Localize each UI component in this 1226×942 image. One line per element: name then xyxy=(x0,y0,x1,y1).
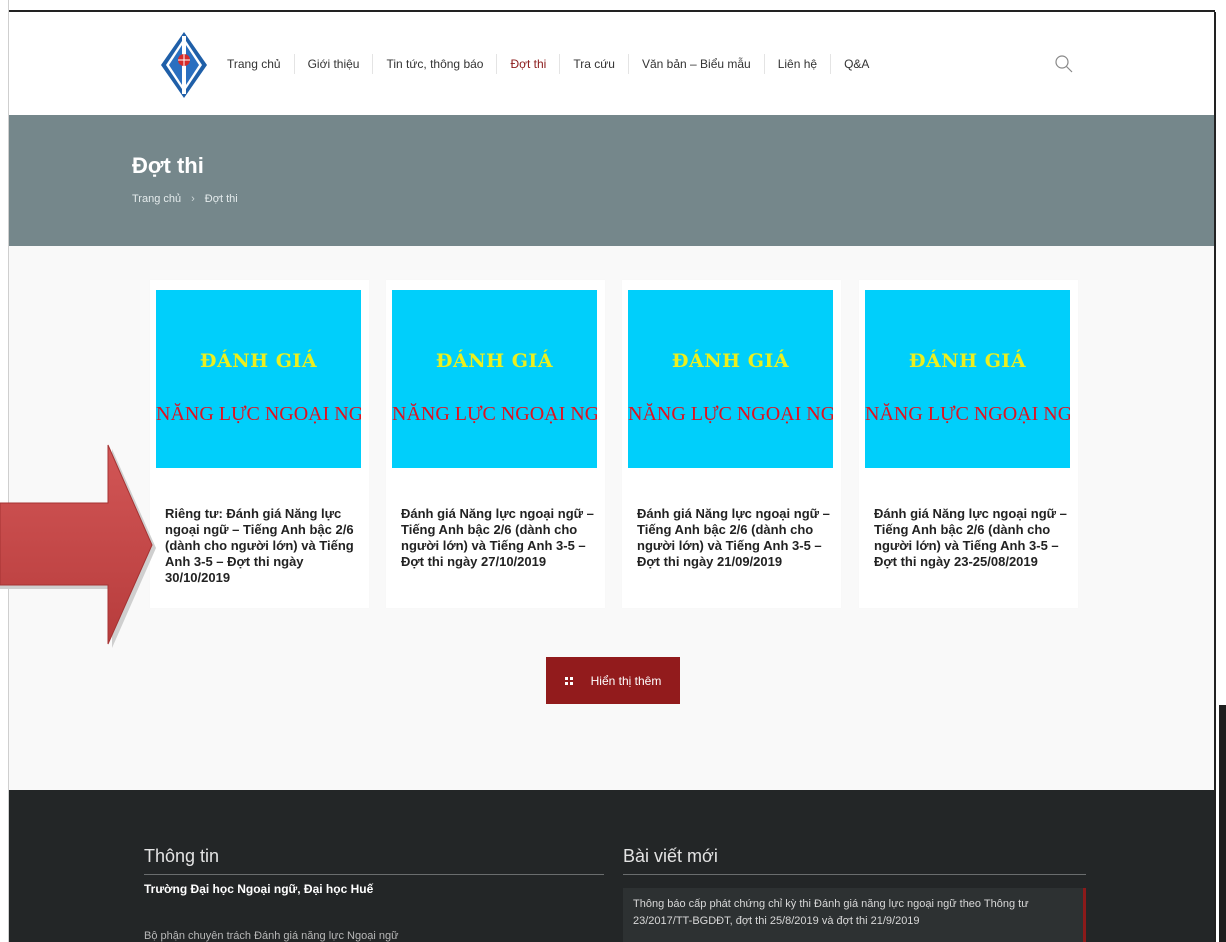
exam-card[interactable]: ĐÁNH GIÁ NĂNG LỰC NGOẠI NGỮ Riêng tư: Đá… xyxy=(150,280,369,608)
card-title-link[interactable]: Đánh giá Năng lực ngoại ngữ – Tiếng Anh … xyxy=(401,506,597,570)
thumbnail-heading: ĐÁNH GIÁ xyxy=(435,350,554,372)
main-nav: Trang chủ Giới thiệu Tin tức, thông báo … xyxy=(214,54,882,74)
card-title-link[interactable]: Đánh giá Năng lực ngoại ngữ – Tiếng Anh … xyxy=(637,506,833,570)
card-thumbnail[interactable]: ĐÁNH GIÁ NĂNG LỰC NGOẠI NGỮ xyxy=(628,290,833,468)
card-title-link[interactable]: Đánh giá Năng lực ngoại ngữ – Tiếng Anh … xyxy=(874,506,1070,570)
footer-org-name: Trường Đại học Ngoại ngữ, Đại học Huế xyxy=(144,882,374,896)
thumbnail-heading: ĐÁNH GIÁ xyxy=(199,350,318,372)
show-more-button[interactable]: Hiển thị thêm xyxy=(546,657,680,704)
footer-news-title: Bài viết mới xyxy=(623,846,718,866)
page-title: Đợt thi xyxy=(132,153,204,178)
card-thumbnail[interactable]: ĐÁNH GIÁ NĂNG LỰC NGOẠI NGỮ xyxy=(392,290,597,468)
thumbnail-heading: ĐÁNH GIÁ xyxy=(908,350,1027,372)
nav-item-documents[interactable]: Văn bản – Biểu mẫu xyxy=(629,54,765,74)
nav-item-news[interactable]: Tin tức, thông báo xyxy=(373,54,498,74)
card-thumbnail[interactable]: ĐÁNH GIÁ NĂNG LỰC NGOẠI NGỮ xyxy=(156,290,361,468)
card-thumbnail[interactable]: ĐÁNH GIÁ NĂNG LỰC NGOẠI NGỮ xyxy=(865,290,1070,468)
nav-item-about[interactable]: Giới thiệu xyxy=(295,54,374,74)
footer-info-line: Bộ phận chuyên trách Đánh giá năng lực N… xyxy=(144,930,399,942)
show-more-label: Hiển thị thêm xyxy=(590,673,662,688)
nav-item-qa[interactable]: Q&A xyxy=(831,54,882,74)
exam-card[interactable]: ĐÁNH GIÁ NĂNG LỰC NGOẠI NGỮ Đánh giá Năn… xyxy=(622,280,841,608)
nav-item-lookup[interactable]: Tra cứu xyxy=(560,54,629,74)
nav-item-home[interactable]: Trang chủ xyxy=(214,54,295,74)
card-title-link[interactable]: Riêng tư: Đánh giá Năng lực ngoại ngữ – … xyxy=(165,506,361,586)
window-top-edge xyxy=(0,0,1226,12)
footer-info-divider xyxy=(144,874,604,875)
breadcrumb-current: Đợt thi xyxy=(204,193,238,205)
site-header: Trang chủ Giới thiệu Tin tức, thông báo … xyxy=(9,14,1214,115)
site-logo[interactable] xyxy=(159,30,209,100)
exam-list-section: ĐÁNH GIÁ NĂNG LỰC NGOẠI NGỮ Riêng tư: Đá… xyxy=(9,246,1214,790)
footer-news-divider xyxy=(623,874,1086,875)
nav-item-exams[interactable]: Đợt thi xyxy=(497,54,561,74)
annotation-arrow-icon xyxy=(0,444,156,648)
footer-info-title: Thông tin xyxy=(144,846,220,866)
thumbnail-subheading: NĂNG LỰC NGOẠI NGỮ xyxy=(392,403,597,425)
breadcrumb: Trang chủ › Đợt thi xyxy=(132,193,238,205)
page-title-band: Đợt thi Trang chủ › Đợt thi xyxy=(9,115,1214,246)
breadcrumb-home-link[interactable]: Trang chủ xyxy=(132,193,181,205)
window-right-border xyxy=(1214,12,1216,942)
thumbnail-subheading: NĂNG LỰC NGOẠI NGỮ xyxy=(156,403,361,425)
exam-card[interactable]: ĐÁNH GIÁ NĂNG LỰC NGOẠI NGỮ Đánh giá Năn… xyxy=(386,280,605,608)
thumbnail-subheading: NĂNG LỰC NGOẠI NGỮ xyxy=(865,403,1070,425)
footer-news-item[interactable]: Thông báo cấp phát chứng chỉ kỳ thi Đánh… xyxy=(623,888,1086,942)
thumbnail-heading: ĐÁNH GIÁ xyxy=(671,350,790,372)
grid-icon xyxy=(564,676,573,685)
scrollbar-thumb[interactable] xyxy=(1219,705,1226,942)
site-footer: Thông tin Trường Đại học Ngoại ngữ, Đại … xyxy=(9,790,1214,942)
nav-item-contact[interactable]: Liên hệ xyxy=(765,54,832,74)
search-icon[interactable] xyxy=(1054,54,1074,74)
breadcrumb-separator-icon: › xyxy=(191,193,195,205)
exam-card[interactable]: ĐÁNH GIÁ NĂNG LỰC NGOẠI NGỮ Đánh giá Năn… xyxy=(859,280,1078,608)
thumbnail-subheading: NĂNG LỰC NGOẠI NGỮ xyxy=(628,403,833,425)
